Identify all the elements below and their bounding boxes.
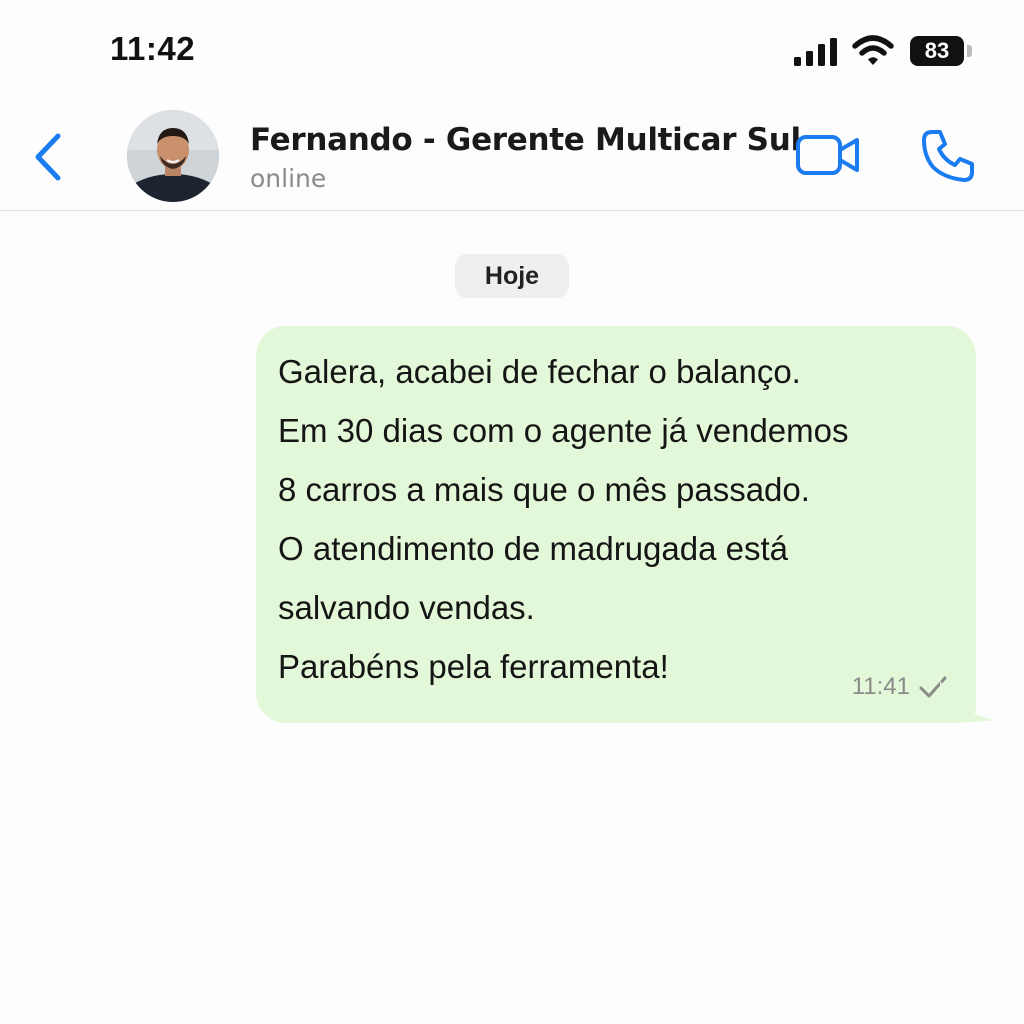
- chevron-left-icon[interactable]: [26, 128, 72, 186]
- bubble-tail: [940, 680, 994, 722]
- status-time: 11:42: [110, 30, 196, 67]
- chat-screen: 11:42 83 Fernando - Gerente Multicar Sul…: [0, 0, 1024, 1024]
- date-separator: Hoje: [455, 254, 569, 298]
- message-meta: 11:41: [852, 673, 948, 701]
- battery-cap: [967, 45, 972, 57]
- chat-header: Fernando - Gerente Multicar Sul online: [0, 100, 1024, 211]
- contact-status: online: [250, 164, 327, 193]
- message-time: 11:41: [851, 673, 910, 700]
- contact-name[interactable]: Fernando - Gerente Multicar Sul: [250, 122, 801, 158]
- avatar-image: [127, 110, 219, 202]
- phone-icon[interactable]: [920, 128, 976, 184]
- message-text: Galera, acabei de fechar o balanço. Em 3…: [278, 353, 849, 685]
- video-camera-icon[interactable]: [795, 132, 861, 178]
- avatar[interactable]: [127, 110, 219, 202]
- signal-icon: [794, 38, 837, 66]
- battery-icon: 83: [910, 36, 972, 68]
- wifi-icon: [852, 35, 894, 65]
- battery-level: 83: [924, 38, 950, 63]
- status-bar: 11:42 83: [0, 0, 1024, 100]
- outgoing-message-bubble[interactable]: Galera, acabei de fechar o balanço. Em 3…: [256, 326, 976, 723]
